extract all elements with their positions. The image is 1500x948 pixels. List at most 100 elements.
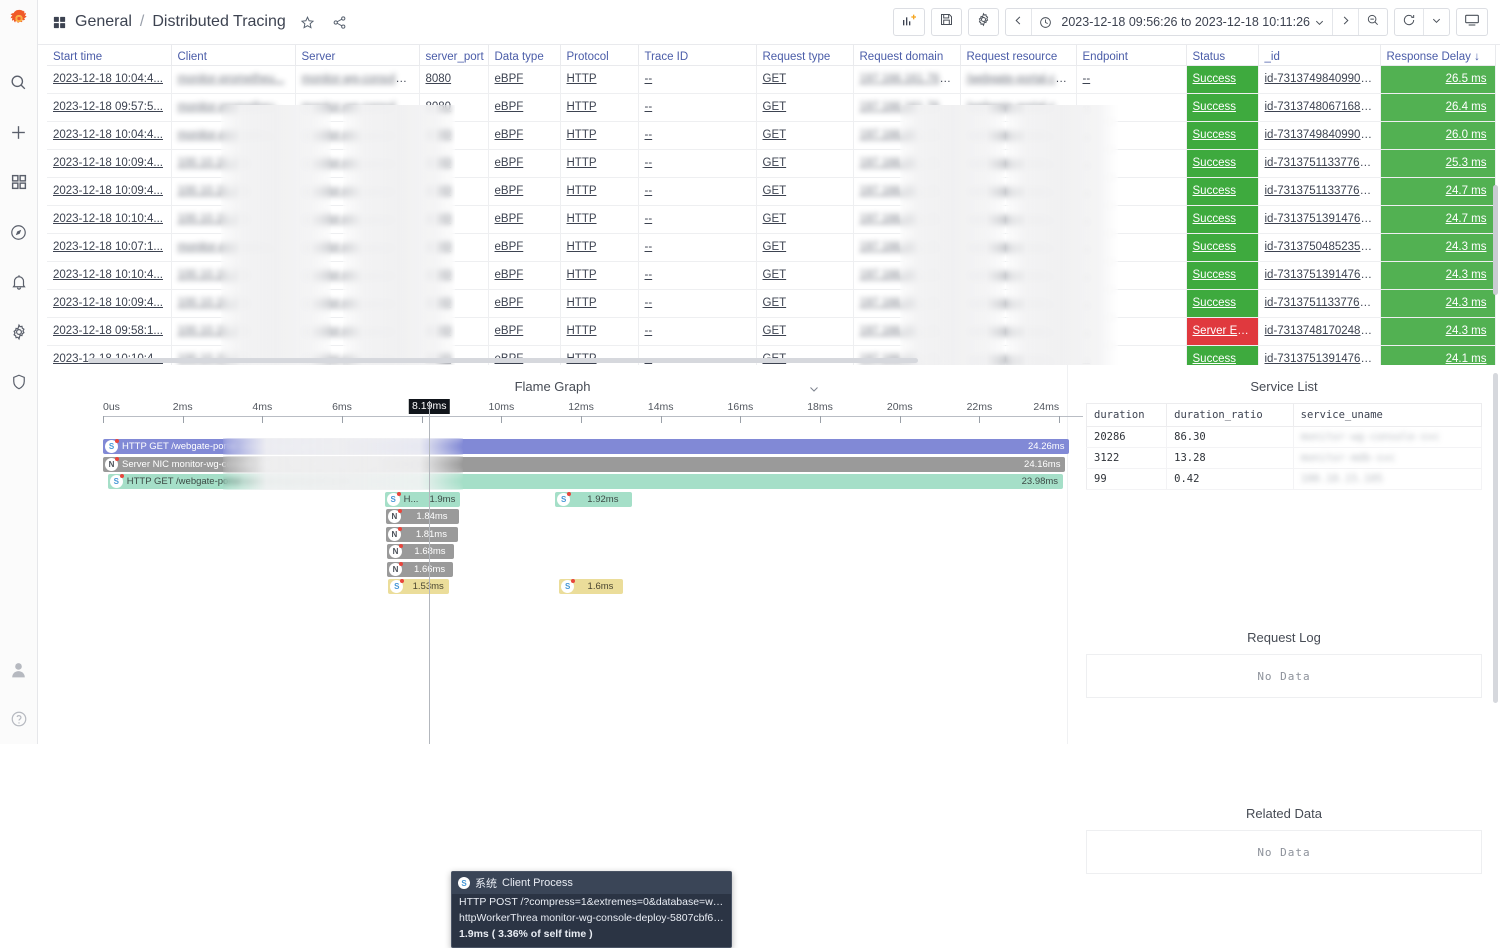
cell-link[interactable]: 2023-12-18 09:58:1... — [53, 325, 163, 337]
cell-status[interactable]: Success — [1186, 177, 1258, 205]
column-header-data_type[interactable]: Data type — [488, 45, 560, 65]
cell-trace_id[interactable]: -- — [638, 205, 756, 233]
cell-status[interactable]: Success — [1186, 149, 1258, 177]
cell-trace_id[interactable]: -- — [638, 177, 756, 205]
flame-bar[interactable]: N1.81ms — [386, 527, 458, 542]
cell-link[interactable]: id-73137498409900... — [1265, 73, 1377, 85]
cell-link[interactable]: HTTP — [567, 185, 597, 197]
cell-endpoint[interactable]: -- — [1076, 93, 1186, 121]
refresh-interval-picker[interactable] — [1424, 9, 1449, 35]
cell-link[interactable]: -- — [1083, 101, 1091, 113]
cell-request_resource[interactable]: /webgate-portal-co... — [960, 121, 1076, 149]
cell-link[interactable]: GET — [763, 73, 787, 85]
cell-response_delay[interactable]: 24.7 ms — [1380, 177, 1495, 205]
time-range-picker[interactable]: 2023-12-18 09:56:26 to 2023-12-18 10:11:… — [1032, 9, 1332, 35]
cell-link[interactable]: /webgate-portal-co... — [967, 157, 1072, 169]
star-icon[interactable] — [300, 15, 315, 30]
response-delay-value[interactable]: 24.3 ms — [1381, 318, 1495, 345]
zoom-out-time-button[interactable] — [1359, 9, 1387, 35]
cell-server_port[interactable]: 8080 — [419, 205, 488, 233]
cell-server[interactable]: monitor-wg-console-... — [295, 261, 419, 289]
cell-link[interactable]: -- — [1083, 269, 1091, 281]
status-badge[interactable]: Success — [1187, 262, 1258, 289]
cell-link[interactable]: /webgate-portal-co... — [967, 297, 1072, 309]
cell-_id[interactable]: id-73137513914761... — [1258, 205, 1380, 233]
cell-link[interactable]: 197.166.161.76:80... — [860, 241, 961, 253]
cell-client[interactable]: monitor-prometheu... — [171, 121, 295, 149]
cell-request_resource[interactable]: /webgate-portal-co... — [960, 177, 1076, 205]
cell-link[interactable]: 100.10.15.105 — [178, 213, 252, 225]
cell-endpoint[interactable]: -- — [1076, 65, 1186, 93]
sidebar-item-create[interactable] — [0, 107, 38, 157]
cell-link[interactable]: 100.10.15.105 — [178, 185, 252, 197]
cell-link[interactable]: -- — [1083, 185, 1091, 197]
response-delay-value[interactable]: 24.3 ms — [1381, 234, 1495, 261]
flame-bar[interactable]: S1.53ms — [388, 579, 449, 594]
cell-link[interactable]: 2023-12-18 10:04:4... — [53, 129, 163, 141]
cell-link[interactable]: eBPF — [495, 241, 524, 253]
cell-link[interactable]: /webgate-portal-co... — [967, 213, 1072, 225]
cell-link[interactable]: id-73137504852359... — [1265, 241, 1377, 253]
cell-link[interactable]: /webgate-portal-co... — [967, 129, 1072, 141]
cell-request_domain[interactable]: 197.166.161.76:80... — [853, 205, 960, 233]
service-column-header-duration[interactable]: duration — [1087, 404, 1167, 427]
cell-_id[interactable]: id-73137498409900... — [1258, 121, 1380, 149]
cell-request_domain[interactable]: 197.166.161.76:80... — [853, 93, 960, 121]
cell-status[interactable]: Success — [1186, 205, 1258, 233]
flame-bar[interactable]: SH...1.9ms — [385, 492, 461, 507]
cell-link[interactable]: GET — [763, 157, 787, 169]
cell-link[interactable]: GET — [763, 297, 787, 309]
cell-server[interactable]: monitor-wg-console-... — [295, 65, 419, 93]
grafana-logo[interactable] — [8, 8, 30, 35]
cell-link[interactable]: eBPF — [495, 269, 524, 281]
share-icon[interactable] — [332, 15, 347, 30]
flame-bar[interactable]: SHTTP GET /webgate-portal-console/app/wg… — [103, 439, 1069, 454]
cell-link[interactable]: 100.10.15.105 — [178, 269, 252, 281]
cell-link[interactable]: /webgate-portal-co... — [967, 185, 1072, 197]
cell-link[interactable]: HTTP — [567, 297, 597, 309]
cell-start_time[interactable]: 2023-12-18 10:09:4... — [47, 177, 171, 205]
table-vertical-scrollbar[interactable] — [1493, 185, 1498, 295]
cell-client[interactable]: monitor-prometheu... — [171, 93, 295, 121]
cell-endpoint[interactable]: -- — [1076, 261, 1186, 289]
cell-protocol[interactable]: HTTP — [560, 121, 638, 149]
cell-link[interactable]: GET — [763, 213, 787, 225]
cell-link[interactable]: -- — [645, 101, 653, 113]
cell-server[interactable]: monitor-wg-console-... — [295, 93, 419, 121]
cell-request_resource[interactable]: /webgate-portal-co... — [960, 261, 1076, 289]
cell-link[interactable]: monitor-prometheu... — [178, 241, 285, 253]
cell-status[interactable]: Success — [1186, 93, 1258, 121]
table-horizontal-scrollbar[interactable] — [88, 358, 918, 363]
status-badge[interactable]: Success — [1187, 122, 1258, 149]
cell-link[interactable]: 197.166.161.76:80... — [860, 129, 961, 141]
cell-protocol[interactable]: HTTP — [560, 261, 638, 289]
cell-link[interactable]: monitor-wg-console-... — [302, 269, 416, 281]
table-row[interactable]: 2023-12-18 10:10:4...100.10.15.105monito… — [47, 205, 1495, 233]
cell-client[interactable]: 100.10.15.105 — [171, 261, 295, 289]
cell-link[interactable]: id-73137511337762... — [1265, 185, 1376, 197]
cell-link[interactable]: GET — [763, 269, 787, 281]
column-header-status[interactable]: Status — [1186, 45, 1258, 65]
cell-request_type[interactable]: GET — [756, 233, 853, 261]
cell-server_port[interactable]: 8080 — [419, 93, 488, 121]
cell-link[interactable]: 8080 — [426, 129, 452, 141]
column-header-protocol[interactable]: Protocol — [560, 45, 638, 65]
cell-link[interactable]: HTTP — [567, 213, 597, 225]
cell-link[interactable]: -- — [645, 129, 653, 141]
cell-link[interactable]: eBPF — [495, 325, 524, 337]
column-header-client[interactable]: Client — [171, 45, 295, 65]
cell-link[interactable]: monitor-prometheu... — [178, 129, 285, 141]
cell-request_domain[interactable]: 197.166.161.76:80... — [853, 261, 960, 289]
cell-link[interactable]: 8080 — [426, 101, 452, 113]
cell-endpoint[interactable]: -- — [1076, 177, 1186, 205]
response-delay-value[interactable]: 26.0 ms — [1381, 122, 1495, 149]
status-badge[interactable]: Success — [1187, 94, 1258, 121]
cell-link[interactable]: 2023-12-18 10:09:4... — [53, 297, 163, 309]
cell-request_resource[interactable]: /webgate-portal-co... — [960, 317, 1076, 345]
tv-mode-button[interactable] — [1456, 8, 1488, 36]
cell-protocol[interactable]: HTTP — [560, 233, 638, 261]
cell-request_domain[interactable]: 197.166.161.76:80... — [853, 65, 960, 93]
cell-link[interactable]: monitor-wg-console-... — [302, 325, 416, 337]
cell-link[interactable]: -- — [1083, 213, 1091, 225]
cell-link[interactable]: -- — [1083, 73, 1091, 85]
